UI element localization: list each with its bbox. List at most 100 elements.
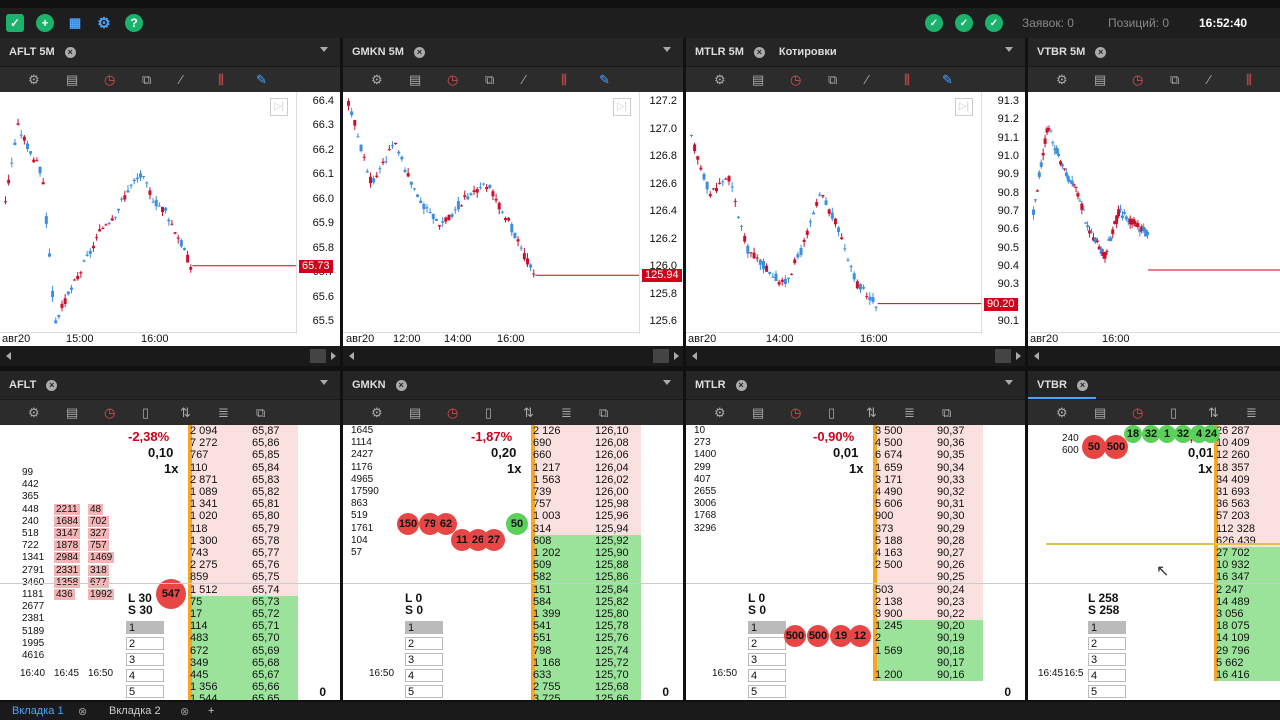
quantity-button-5[interactable]: 5 [1088,685,1126,698]
price-axis[interactable]: 66.466.366.266.166.065.965.865.765.665.5… [296,92,340,334]
ladder-row[interactable]: 859 65,75 [188,571,298,584]
close-icon[interactable]: × [753,46,765,58]
ladder-row[interactable]: 541 125,78 [531,620,641,633]
quantity-button-2[interactable]: 2 [126,637,164,650]
line-tool-icon[interactable]: ⁄ [866,73,868,87]
ladder-row[interactable]: 34 409 [1214,473,1280,486]
multiplier[interactable]: 1x [507,461,521,476]
scroll-end-icon[interactable]: ▷| [270,98,288,116]
ladder-row[interactable]: 626 439 [1214,534,1280,547]
ladder-row[interactable]: 112 328 [1214,522,1280,535]
ladder-row[interactable]: 14 489 [1214,595,1280,608]
ladder-row[interactable]: 18 357 [1214,461,1280,474]
quantity-button-2[interactable]: 2 [1088,637,1126,650]
gear-icon[interactable]: ⚙ [714,406,726,420]
ladder-row[interactable]: 1 300 65,78 [188,534,298,547]
ladder-row[interactable]: 5 188 90,28 [873,534,983,547]
close-icon[interactable]: × [1095,46,1107,58]
ladder-row[interactable]: 2 871 65,83 [188,473,298,486]
quantity-button-1[interactable]: 1 [126,621,164,634]
quantity-button-5[interactable]: 5 [748,685,786,698]
ladder-row[interactable]: 10 932 [1214,559,1280,572]
ladder-row[interactable]: 110 65,84 [188,461,298,474]
document-icon[interactable]: ▯ [485,406,492,420]
ladder-row[interactable]: 2 138 90,23 [873,595,983,608]
positions-count[interactable]: Позиций: 0 [1108,16,1169,30]
chart-scrollbar[interactable] [343,346,683,366]
gear-icon[interactable]: ⚙ [28,73,40,87]
ladder-row[interactable]: 57 203 [1214,510,1280,523]
panel-title[interactable]: MTLR [695,379,726,391]
briefcase-icon[interactable]: ▤ [409,406,421,420]
scroll-thumb[interactable] [995,349,1011,363]
ladder-row[interactable]: 1 217 126,04 [531,461,641,474]
scroll-left-icon[interactable] [349,352,354,360]
ladder-row[interactable]: 1 020 65,80 [188,510,298,523]
quantity-button-2[interactable]: 2 [748,637,786,650]
help-icon[interactable]: ? [125,14,143,32]
ladder-row[interactable]: 551 125,76 [531,632,641,645]
sort-icon[interactable]: ⇅ [866,406,877,420]
list-icon[interactable]: ≣ [561,406,572,420]
ladder-row[interactable]: 509 125,88 [531,559,641,572]
briefcase-icon[interactable]: ▤ [66,406,78,420]
chevron-down-icon[interactable] [320,47,328,52]
clock-icon[interactable]: ◷ [104,73,115,87]
price-axis[interactable]: 91.3 91.2 91.1 91.0 90.9 90.8 90.7 90.6 90.5 90.4… [981,92,1025,334]
ladder-row[interactable]: 3 900 90,22 [873,608,983,621]
clock-icon[interactable]: ◷ [447,73,458,87]
ladder-row[interactable]: 798 125,74 [531,644,641,657]
ladder-row[interactable]: 1 659 90,34 [873,461,983,474]
ladder-row[interactable]: 16 416 [1214,669,1280,682]
ladder-row[interactable]: 4 500 90,36 [873,437,983,450]
ladder-row[interactable]: 7 272 65,86 [188,437,298,450]
quantity-button-4[interactable]: 4 [1088,669,1126,682]
scroll-right-icon[interactable] [331,352,336,360]
ladder-row[interactable]: 29 796 [1214,644,1280,657]
ladder-row[interactable]: 27 702 [1214,547,1280,560]
multiplier[interactable]: 1x [849,461,863,476]
close-icon[interactable]: × [46,379,58,391]
gear-icon[interactable]: ⚙ [1056,406,1068,420]
quantity-button-3[interactable]: 3 [405,653,443,666]
quantity-button-4[interactable]: 4 [126,669,164,682]
ladder-row[interactable]: 1 563 126,02 [531,473,641,486]
briefcase-icon[interactable]: ▤ [409,73,421,87]
candles-icon[interactable]: ⫼ [218,73,224,87]
ladder-row[interactable]: 2 126 126,10 [531,425,641,438]
copy-icon[interactable]: ⧉ [599,406,608,420]
copy-icon[interactable]: ⧉ [828,73,837,87]
ladder-row[interactable]: 1 341 65,81 [188,498,298,511]
scroll-right-icon[interactable] [1016,352,1021,360]
close-icon[interactable]: × [1076,379,1088,391]
gear-icon[interactable]: ⚙ [371,406,383,420]
briefcase-icon[interactable]: ▤ [1094,406,1106,420]
candles-icon[interactable]: ⫼ [561,73,567,87]
quantity-button-3[interactable]: 3 [126,653,164,666]
scroll-end-icon[interactable]: ▷| [955,98,973,116]
close-icon[interactable]: ⊗ [78,705,87,718]
tab-1[interactable]: Вкладка 1 [12,705,64,717]
document-icon[interactable]: ▯ [142,406,149,420]
order-book[interactable]: 2 126 126,10 690 126,08 660 126,06 1 217 126,04… [343,425,683,700]
ladder-row[interactable]: 151 125,84 [531,583,641,596]
chevron-down-icon[interactable] [663,380,671,385]
panel-title[interactable]: AFLT 5M [9,46,55,58]
ladder-row[interactable]: 18 075 [1214,620,1280,633]
price-chart[interactable]: 66.466.366.266.166.065.965.865.765.665.5… [0,92,340,346]
ladder-row[interactable]: 767 65,85 [188,449,298,462]
price-chart[interactable]: 127.2 127.0 126.8 126.6 126.4 126.2 126.0 125.8… [343,92,683,346]
copy-icon[interactable]: ⧉ [142,73,151,87]
ladder-row[interactable]: 2 90,19 [873,632,983,645]
ladder-row[interactable]: 1 003 125,96 [531,510,641,523]
brush-icon[interactable]: ✎ [599,73,610,87]
ladder-row[interactable]: 314 125,94 [531,522,641,535]
chevron-down-icon[interactable] [1005,380,1013,385]
ladder-row[interactable]: 483 65,70 [188,632,298,645]
ladder-row[interactable]: 4 163 90,27 [873,547,983,560]
ladder-row[interactable]: 36 563 [1214,498,1280,511]
panel-title[interactable]: GMKN [352,379,386,391]
quantity-button-1[interactable]: 1 [748,621,786,634]
quantity-button-5[interactable]: 5 [405,685,443,698]
scroll-left-icon[interactable] [692,352,697,360]
